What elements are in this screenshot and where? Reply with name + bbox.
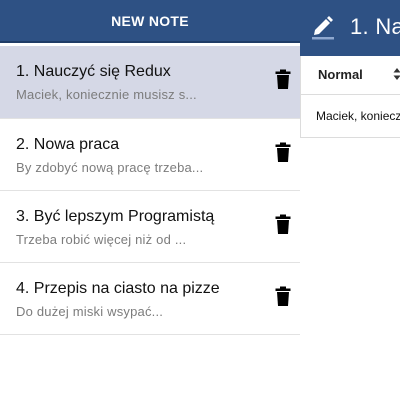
trash-icon[interactable] (275, 69, 291, 89)
new-note-button[interactable]: NEW NOTE (0, 0, 300, 43)
editor-body: Normal Maciek, koniecznie musisz s (300, 56, 400, 138)
format-select[interactable]: Normal (318, 67, 363, 82)
trash-icon[interactable] (275, 286, 291, 306)
note-title: 2. Nowa praca (16, 136, 120, 153)
pencil-icon[interactable] (312, 14, 334, 40)
note-preview: Trzeba robić więcej niż od ... (16, 232, 187, 247)
note-list: 1. Nauczyć się Redux Maciek, koniecznie … (0, 46, 300, 335)
note-title: 1. Nauczyć się Redux (16, 63, 171, 80)
note-title: 3. Być lepszym Programistą (16, 208, 215, 225)
editor-toolbar: Normal (301, 56, 400, 95)
note-item-2[interactable]: 2. Nowa praca By zdobyć nową pracę trzeb… (0, 119, 300, 191)
editor-header: 1. Nauczyć się Redux (300, 0, 400, 56)
note-item-4[interactable]: 4. Przepis na ciasto na pizze Do dużej m… (0, 263, 300, 335)
note-title: 4. Przepis na ciasto na pizze (16, 280, 220, 297)
note-title-input[interactable]: 1. Nauczyć się Redux (350, 14, 400, 40)
trash-icon[interactable] (275, 214, 291, 234)
note-preview: Do dużej miski wsypać... (16, 304, 164, 319)
notes-sidebar: NEW NOTE 1. Nauczyć się Redux Maciek, ko… (0, 0, 300, 401)
select-arrows-icon (393, 68, 400, 80)
note-item-1[interactable]: 1. Nauczyć się Redux Maciek, koniecznie … (0, 46, 300, 119)
note-preview: By zdobyć nową pracę trzeba... (16, 160, 204, 175)
note-item-3[interactable]: 3. Być lepszym Programistą Trzeba robić … (0, 191, 300, 263)
editor-content[interactable]: Maciek, koniecznie musisz s (316, 109, 400, 123)
note-preview: Maciek, koniecznie musisz s... (16, 87, 197, 102)
trash-icon[interactable] (275, 142, 291, 162)
